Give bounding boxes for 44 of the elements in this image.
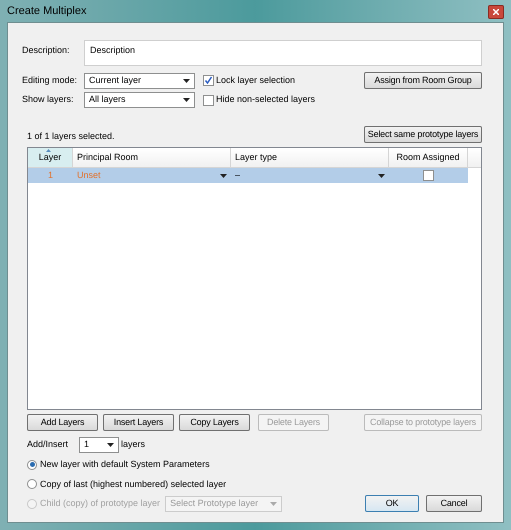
field-label: Editing mode:	[22, 74, 78, 87]
show-layers-dropdown[interactable]: All layers	[84, 92, 195, 108]
checkbox-label: Lock layer selection	[216, 74, 296, 87]
layer-type-dropdown[interactable]: –	[231, 168, 389, 183]
cancel-button[interactable]: Cancel	[426, 495, 482, 512]
radio-button[interactable]	[27, 460, 37, 470]
field-label: layers	[121, 438, 146, 452]
close-icon	[493, 8, 499, 14]
caret-icon	[183, 78, 190, 82]
caret-icon	[270, 502, 278, 506]
select-same-button[interactable]: Select same prototype layers	[364, 126, 482, 143]
column-header[interactable]: Principal Room	[73, 148, 231, 167]
caret-icon	[378, 174, 385, 178]
ok-button[interactable]: OK	[365, 495, 419, 512]
field-label: Description:	[22, 44, 71, 57]
table-row[interactable]: 1 Unset –	[28, 168, 468, 183]
table-cell-text: 1	[46, 168, 54, 182]
radio-button[interactable]	[27, 479, 37, 490]
sort-icon	[46, 149, 51, 152]
radio-label: Copy of last (highest numbered) selected layer	[40, 478, 226, 491]
field-label: Add/Insert	[27, 438, 70, 452]
editing-mode-dropdown[interactable]: Current layer	[84, 72, 195, 88]
checkbox-label: Hide non-selected layers	[216, 93, 316, 106]
radio-label: Child (copy) of prototype layer	[40, 496, 160, 510]
radio-label: New layer with default System Parameters	[40, 458, 210, 471]
description-field[interactable]: Description	[84, 40, 482, 66]
count-dropdown[interactable]: 1	[79, 437, 119, 453]
close-button[interactable]	[488, 4, 504, 18]
room-assigned-checkbox[interactable]	[423, 170, 434, 181]
field-label: Show layers:	[22, 93, 75, 106]
action-button[interactable]: Add Layers	[27, 414, 98, 431]
caret-icon	[183, 98, 190, 102]
assign-button[interactable]: Assign from Room Group	[364, 72, 482, 89]
column-header[interactable]: Layer	[28, 148, 73, 167]
caret-icon	[107, 443, 114, 447]
caret-icon	[220, 174, 227, 178]
column-header[interactable]: Layer type	[231, 148, 389, 167]
selection-status: 1 of 1 layers selected.	[27, 130, 115, 143]
hide-checkbox[interactable]	[203, 94, 214, 106]
action-button[interactable]: Insert Layers	[103, 414, 174, 431]
lock-checkbox[interactable]	[203, 75, 214, 86]
window-title: Create Multiplex	[7, 4, 86, 20]
column-header[interactable]: Room Assigned	[389, 148, 468, 167]
action-button[interactable]: Copy Layers	[179, 414, 250, 431]
